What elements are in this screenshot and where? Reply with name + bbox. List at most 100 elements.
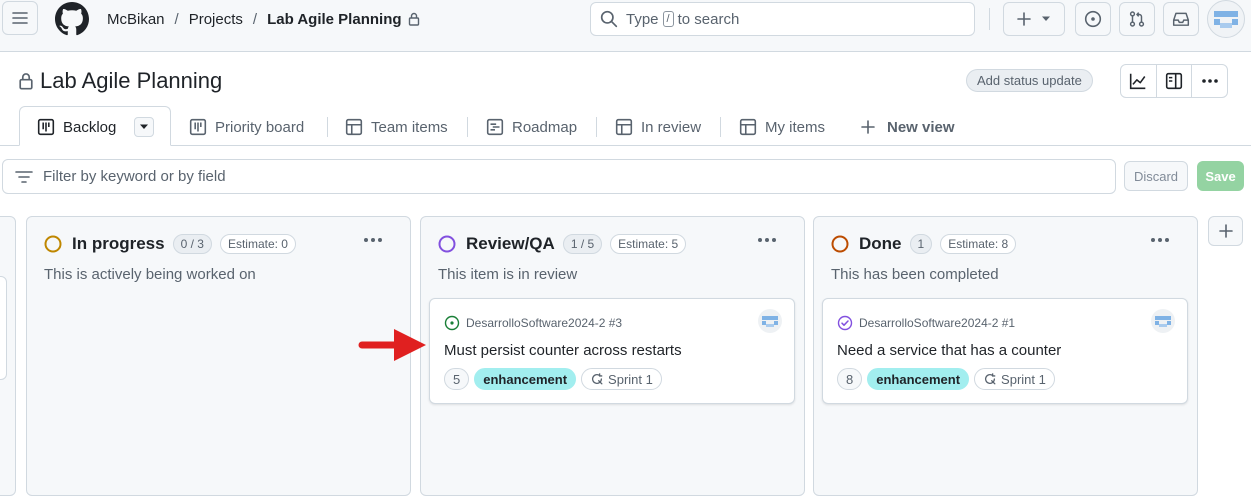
menu-button[interactable]	[2, 1, 38, 35]
search-prefix: Type	[626, 10, 659, 28]
column-description: This has been completed	[831, 266, 999, 283]
column-menu-button[interactable]	[758, 238, 776, 242]
card-repo-label[interactable]: DesarrolloSoftware2024-2 #3	[466, 316, 622, 330]
issue-card[interactable]: DesarrolloSoftware2024-2 #1 Need a servi…	[822, 298, 1188, 404]
column-count: 1 / 5	[562, 234, 603, 254]
assignee-avatar[interactable]	[1151, 309, 1175, 333]
issues-button[interactable]	[1075, 2, 1111, 36]
column-menu-button[interactable]	[364, 238, 382, 242]
annotation-arrow-icon	[358, 329, 426, 361]
new-view-label: New view	[887, 118, 955, 136]
card-title[interactable]: Need a service that has a counter	[837, 342, 1061, 359]
board-column-done: Done 1 Estimate: 8 This has been complet…	[813, 216, 1198, 496]
pull-requests-button[interactable]	[1119, 2, 1155, 36]
column-menu-button[interactable]	[1151, 238, 1169, 242]
board-icon	[37, 118, 55, 136]
card-estimate: 8	[837, 368, 863, 390]
card-title[interactable]: Must persist counter across restarts	[444, 342, 682, 359]
column-header: Review/QA 1 / 5 Estimate: 5	[438, 234, 687, 254]
tabs-divider	[0, 145, 1251, 146]
roadmap-icon	[486, 118, 504, 136]
card-repo-label[interactable]: DesarrolloSoftware2024-2 #1	[859, 316, 1015, 330]
card-fields: 5 enhancement Sprint 1	[444, 368, 662, 390]
breadcrumb: McBikan / Projects / Lab Agile Planning	[107, 9, 420, 29]
sidebar-icon	[1165, 72, 1183, 90]
new-view-button[interactable]: New view	[861, 116, 955, 138]
filter-icon	[15, 170, 33, 183]
iteration-icon	[985, 373, 996, 385]
tab-separator	[596, 117, 597, 137]
column-title: In progress	[72, 234, 165, 253]
tab-label: Roadmap	[512, 118, 578, 136]
filter-input[interactable]: Filter by keyword or by field	[2, 159, 1116, 194]
card-partial	[0, 276, 7, 380]
tab-roadmap[interactable]: Roadmap	[486, 116, 577, 138]
tab-label: My items	[765, 118, 825, 136]
status-circle-icon	[831, 235, 849, 253]
triangle-down-icon	[1042, 16, 1050, 21]
add-status-update-button[interactable]: Add status update	[966, 69, 1093, 92]
tab-label: Backlog	[63, 118, 117, 136]
board-column-review-qa: Review/QA 1 / 5 Estimate: 5 This item is…	[420, 216, 805, 496]
tab-in-review[interactable]: In review	[615, 116, 701, 138]
more-options-button[interactable]	[1192, 65, 1227, 97]
card-label[interactable]: enhancement	[867, 368, 970, 390]
tab-team-items[interactable]: Team items	[345, 116, 448, 138]
user-avatar[interactable]	[1207, 0, 1245, 38]
iteration-icon	[592, 373, 603, 385]
breadcrumb-projects[interactable]: Projects	[189, 11, 243, 28]
column-count: 1	[909, 234, 933, 254]
table-icon	[739, 118, 757, 136]
breadcrumb-owner[interactable]: McBikan	[107, 11, 165, 28]
assignee-avatar[interactable]	[758, 309, 782, 333]
breadcrumb-project[interactable]: Lab Agile Planning	[267, 11, 401, 28]
search-input[interactable]: Type / to search	[590, 2, 975, 36]
plus-icon	[861, 120, 875, 134]
search-suffix: to search	[677, 10, 740, 28]
tab-my-items[interactable]: My items	[739, 116, 825, 138]
tab-separator	[467, 117, 468, 137]
discard-button[interactable]: Discard	[1124, 161, 1188, 191]
view-options-button[interactable]	[134, 117, 155, 137]
project-actions	[1120, 64, 1228, 98]
issue-closed-icon	[837, 315, 853, 331]
add-column-button[interactable]	[1208, 216, 1243, 246]
graph-icon	[1130, 73, 1146, 90]
card-sprint[interactable]: Sprint 1	[581, 368, 662, 390]
table-icon	[345, 118, 363, 136]
column-header: In progress 0 / 3 Estimate: 0	[44, 234, 296, 254]
table-icon	[615, 118, 633, 136]
tab-separator	[720, 117, 721, 137]
card-sprint[interactable]: Sprint 1	[974, 368, 1055, 390]
lock-icon	[19, 73, 33, 90]
issue-card[interactable]: DesarrolloSoftware2024-2 #3 Must persist…	[429, 298, 795, 404]
card-label[interactable]: enhancement	[474, 368, 577, 390]
search-icon	[600, 10, 618, 28]
tab-label: In review	[641, 118, 702, 136]
divider	[989, 8, 990, 30]
breadcrumb-separator: /	[252, 10, 258, 28]
tab-priority-board[interactable]: Priority board	[189, 116, 304, 138]
plus-icon	[1218, 224, 1233, 238]
triangle-down-icon	[140, 124, 149, 129]
issue-opened-icon	[1084, 10, 1102, 28]
card-repo: DesarrolloSoftware2024-2 #1	[837, 315, 1015, 331]
side-panel-button[interactable]	[1157, 65, 1193, 97]
create-new-button[interactable]	[1003, 2, 1065, 36]
inbox-button[interactable]	[1163, 2, 1199, 36]
hamburger-icon	[12, 12, 28, 24]
column-title: Done	[859, 234, 902, 253]
github-logo-icon[interactable]	[55, 2, 89, 36]
top-header: McBikan / Projects / Lab Agile Planning …	[0, 0, 1251, 52]
filter-placeholder: Filter by keyword or by field	[43, 168, 226, 185]
column-description: This is actively being worked on	[44, 266, 256, 283]
tab-backlog[interactable]: Backlog	[37, 116, 155, 138]
card-sprint-label: Sprint 1	[1001, 371, 1046, 387]
status-circle-icon	[438, 235, 456, 253]
insights-button[interactable]	[1121, 65, 1157, 97]
card-sprint-label: Sprint 1	[608, 371, 653, 387]
save-button[interactable]: Save	[1197, 161, 1244, 191]
column-title: Review/QA	[466, 234, 555, 253]
card-estimate: 5	[444, 368, 470, 390]
identicon-icon	[1214, 11, 1238, 28]
